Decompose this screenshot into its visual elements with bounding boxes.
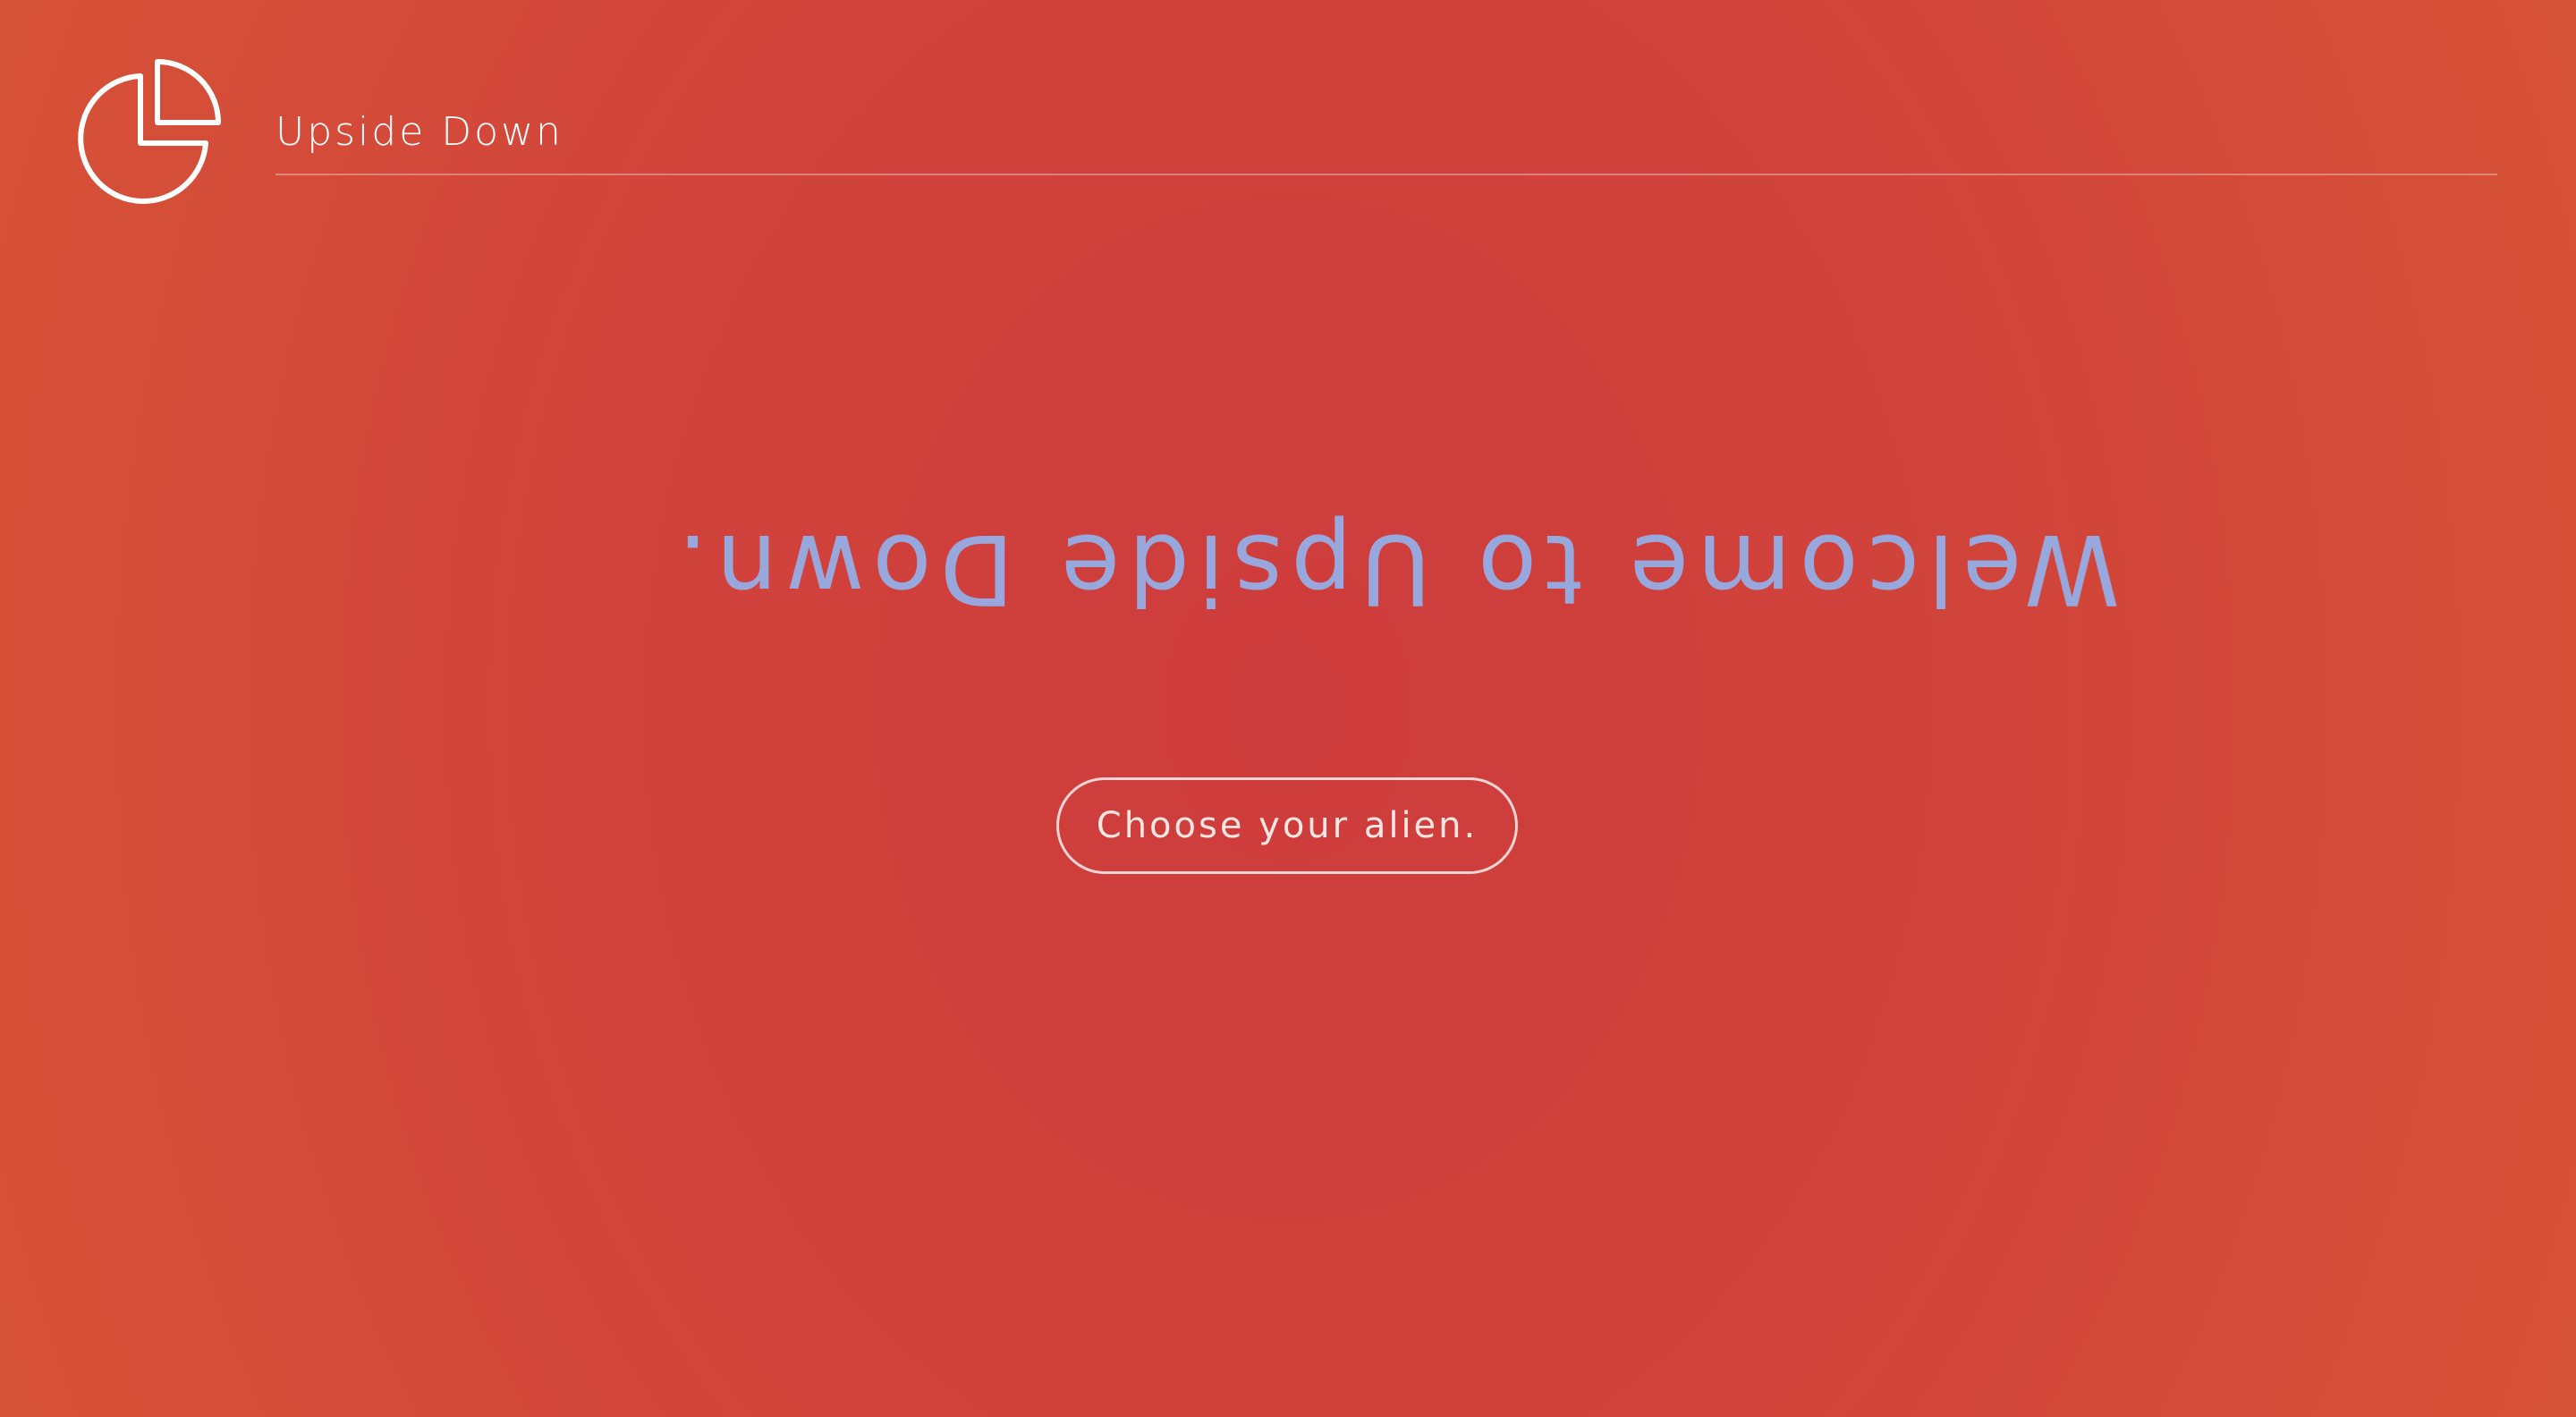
brand-name[interactable]: Upside Down bbox=[275, 106, 564, 159]
hero-headline: Welcome to Upside Down. bbox=[669, 513, 2120, 624]
pie-chart-icon bbox=[78, 59, 221, 204]
header-divider bbox=[275, 174, 2497, 175]
choose-alien-button[interactable]: Choose your alien. bbox=[1056, 777, 1518, 874]
